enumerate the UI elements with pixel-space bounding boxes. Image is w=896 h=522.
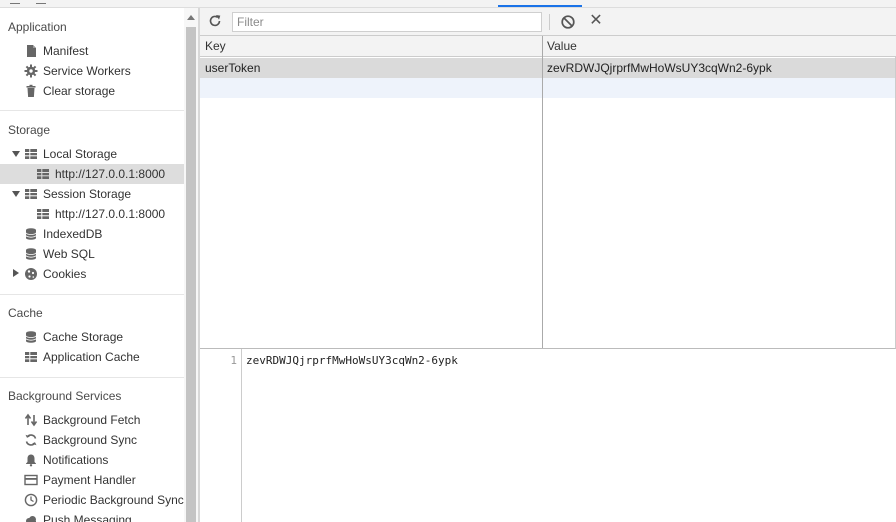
sidebar-item-label: Payment Handler	[43, 473, 136, 487]
scroll-up-arrow-icon[interactable]	[187, 15, 195, 20]
card-icon	[24, 474, 38, 486]
sidebar-item-session-storage-origin[interactable]: http://127.0.0.1:8000	[0, 204, 184, 224]
section-title-application: Application	[8, 20, 67, 34]
line-gutter: 1	[200, 349, 242, 522]
section-title-cache: Cache	[8, 306, 43, 320]
value-cell[interactable]: zevRDWJQjrprfMwHoWsUY3cqWn2-6ypk	[542, 58, 772, 78]
sidebar-item-label: Service Workers	[43, 64, 131, 78]
table-row[interactable]: userToken zevRDWJQjrprfMwHoWsUY3cqWn2-6y…	[200, 58, 895, 78]
column-divider[interactable]	[542, 36, 543, 348]
close-icon[interactable]: ✕	[588, 13, 604, 29]
storage-table: Key Value userToken zevRDWJQjrprfMwHoWsU…	[200, 36, 896, 349]
sidebar-item-periodic-background-sync[interactable]: Periodic Background Sync	[0, 490, 184, 510]
sidebar-item-label: http://127.0.0.1:8000	[55, 207, 166, 221]
table-icon	[25, 149, 37, 159]
sidebar-item-label: Push Messaging	[43, 513, 132, 522]
tab-application-indicator	[498, 5, 582, 7]
block-icon[interactable]	[560, 14, 576, 30]
sidebar-item-label: Background Sync	[43, 433, 138, 447]
sidebar-item-web-sql[interactable]: Web SQL	[0, 244, 184, 264]
sidebar-item-background-sync[interactable]: Background Sync	[0, 430, 184, 450]
bell-icon	[26, 454, 36, 467]
column-header-value[interactable]: Value	[542, 36, 577, 57]
sidebar-item-label: Local Storage	[43, 147, 118, 161]
line-number: 1	[230, 354, 237, 367]
up-down-arrows-icon	[24, 413, 38, 427]
sidebar-item-cache-storage[interactable]: Cache Storage	[0, 327, 184, 347]
section-divider	[0, 294, 184, 295]
sidebar-item-label: Background Fetch	[43, 413, 141, 427]
sidebar-item-payment-handler[interactable]: Payment Handler	[0, 470, 184, 490]
gear-icon	[24, 64, 38, 78]
sidebar-item-indexeddb[interactable]: IndexedDB	[0, 224, 184, 244]
value-preview: 1 zevRDWJQjrprfMwHoWsUY3cqWn2-6ypk	[200, 349, 896, 522]
sidebar-item-application-cache[interactable]: Application Cache	[0, 347, 184, 367]
table-icon	[25, 352, 37, 362]
table-icon	[37, 209, 49, 219]
table-icon	[37, 169, 49, 179]
sync-icon	[25, 434, 37, 446]
preview-text[interactable]: zevRDWJQjrprfMwHoWsUY3cqWn2-6ypk	[246, 354, 458, 367]
document-icon	[27, 45, 36, 57]
sidebar-item-label: Notifications	[43, 453, 109, 467]
refresh-icon[interactable]	[208, 14, 222, 28]
cloud-icon	[26, 516, 36, 522]
table-icon	[25, 189, 37, 199]
section-divider	[0, 110, 184, 111]
database-icon	[25, 331, 37, 343]
sidebar-item-label: IndexedDB	[43, 227, 103, 241]
devtools-tab-strip	[0, 0, 896, 8]
sidebar-item-label: http://127.0.0.1:8000	[55, 167, 166, 181]
toolbar-divider	[549, 14, 550, 30]
storage-toolbar: ✕	[200, 8, 896, 36]
sidebar-item-label: Manifest	[43, 44, 89, 58]
scrollbar-thumb[interactable]	[186, 27, 196, 522]
key-cell[interactable]: userToken	[200, 58, 260, 78]
filter-input[interactable]	[232, 12, 542, 32]
inspect-icon[interactable]	[10, 0, 20, 4]
sidebar-item-label: Web SQL	[43, 247, 95, 261]
sidebar-item-label: Clear storage	[43, 84, 116, 98]
sidebar-item-service-workers[interactable]: Service Workers	[0, 61, 184, 81]
sidebar-item-label: Periodic Background Sync	[43, 493, 184, 507]
sidebar-item-label: Cookies	[43, 267, 87, 281]
collapse-arrow-icon[interactable]	[13, 269, 19, 277]
sidebar-item-push-messaging[interactable]: Push Messaging	[0, 510, 184, 522]
clock-icon	[24, 493, 38, 507]
sidebar-item-notifications[interactable]: Notifications	[0, 450, 184, 470]
cookie-icon	[25, 268, 37, 280]
sidebar-item-clear-storage[interactable]: Clear storage	[0, 81, 184, 101]
sidebar-item-background-fetch[interactable]: Background Fetch	[0, 410, 184, 430]
sidebar-item-local-storage-origin[interactable]: http://127.0.0.1:8000	[0, 164, 184, 184]
expand-arrow-icon[interactable]	[12, 191, 20, 197]
sidebar-item-label: Cache Storage	[43, 330, 124, 344]
new-entry-row[interactable]	[200, 78, 895, 98]
sidebar-item-manifest[interactable]: Manifest	[0, 41, 184, 61]
sidebar-item-label: Session Storage	[43, 187, 132, 201]
column-header-key[interactable]: Key	[200, 36, 226, 57]
section-divider	[0, 377, 184, 378]
application-sidebar: Application Manifest Service Workers Cle…	[0, 8, 184, 522]
section-title-storage: Storage	[8, 123, 51, 137]
expand-arrow-icon[interactable]	[12, 151, 20, 157]
database-icon	[25, 228, 37, 240]
sidebar-item-label: Application Cache	[43, 350, 140, 364]
section-title-background-services: Background Services	[8, 389, 122, 403]
table-header: Key Value	[200, 36, 896, 57]
sidebar-item-cookies[interactable]: Cookies	[0, 264, 184, 284]
device-toolbar-icon[interactable]	[36, 0, 46, 4]
trash-icon	[26, 84, 36, 97]
database-icon	[25, 248, 37, 260]
sidebar-item-session-storage[interactable]: Session Storage	[0, 184, 184, 204]
sidebar-item-local-storage[interactable]: Local Storage	[0, 144, 184, 164]
sidebar-scrollbar[interactable]	[184, 8, 198, 522]
